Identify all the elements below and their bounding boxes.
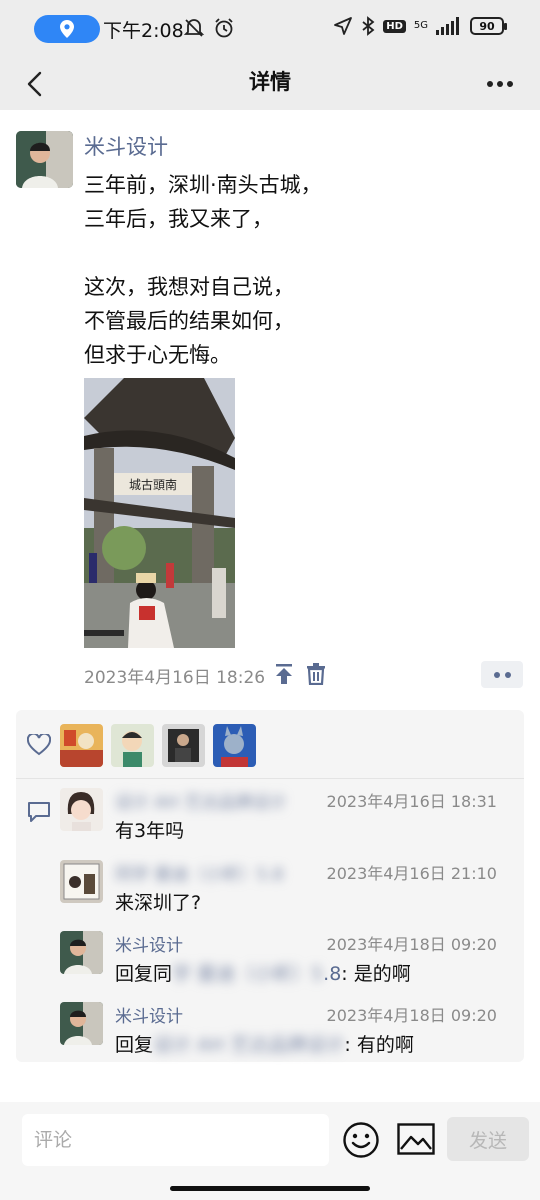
page-title: 详情 <box>249 70 291 94</box>
emoji-button[interactable] <box>342 1121 380 1163</box>
status-bar: 下午2:08 HD 5G 90 <box>0 0 540 58</box>
like-avatar[interactable] <box>111 724 154 767</box>
commenter-avatar[interactable] <box>60 788 103 831</box>
reply-target-suffix: .8 <box>323 963 342 985</box>
mute-icon <box>183 19 205 37</box>
post-line: 三年前，深圳·南头古城， <box>84 173 322 197</box>
location-pin-icon <box>60 20 74 38</box>
person-photo-icon <box>16 131 73 188</box>
comment-text: 回复设计 AH 艺达品牌设计: 有的啊 <box>115 1030 414 1057</box>
delete-post-button[interactable] <box>306 663 326 689</box>
battery-level: 90 <box>470 17 507 35</box>
comment-time: 2023年4月18日 09:20 <box>326 1006 497 1025</box>
post-more-button[interactable] <box>481 661 523 688</box>
author-avatar[interactable] <box>16 131 73 188</box>
comment-text: 回复同学 曼迪（小昕）5.8: 是的啊 <box>115 959 411 986</box>
reply-target[interactable]: 设计 AH 艺达品牌设计 <box>153 1034 344 1056</box>
reply-text: : 是的啊 <box>341 963 411 985</box>
smiley-icon <box>343 1122 379 1158</box>
commenter-name[interactable]: 米斗设计 <box>115 1002 183 1027</box>
reply-text: : 有的啊 <box>344 1034 414 1056</box>
trash-icon <box>307 663 325 686</box>
pin-to-top-button[interactable] <box>274 663 294 689</box>
reply-prefix: 回复 <box>115 1034 154 1056</box>
home-indicator[interactable] <box>170 1186 370 1191</box>
send-button[interactable]: 发送 <box>447 1117 529 1161</box>
image-icon <box>397 1123 435 1155</box>
reply-target[interactable]: 学 曼迪（小昕）5 <box>172 963 323 985</box>
comment-text: 来深圳了? <box>115 892 202 914</box>
post-line: 但求于心无悔。 <box>84 343 231 367</box>
alarm-icon <box>215 18 233 38</box>
comment-time: 2023年4月16日 21:10 <box>326 864 497 883</box>
image-button[interactable] <box>397 1123 435 1159</box>
comment-icon <box>27 801 51 827</box>
post-line: 三年后，我又来了， <box>84 207 273 231</box>
commenter-avatar[interactable] <box>60 860 103 903</box>
commenter-name[interactable]: 设计 AH 艺达品牌设计 <box>115 788 286 813</box>
pin-top-icon <box>276 664 292 684</box>
post-line <box>84 236 322 270</box>
comment-input[interactable] <box>22 1114 329 1166</box>
post-timestamp: 2023年4月16日 18:26 <box>84 668 266 688</box>
dot <box>504 671 511 678</box>
city-gate-photo: 城古頭南 <box>84 378 235 648</box>
more-dots-icon <box>487 81 513 87</box>
more-options-button[interactable] <box>480 66 520 102</box>
commenter-name[interactable]: 米斗设计 <box>115 931 183 956</box>
commenter-avatar[interactable] <box>60 931 103 974</box>
post-line: 这次，我想对自己说， <box>84 275 294 299</box>
comment-text: 有3年吗 <box>115 820 185 842</box>
heart-icon <box>26 732 52 760</box>
bluetooth-icon <box>362 16 375 36</box>
likes-row <box>16 710 524 778</box>
like-avatar[interactable] <box>162 724 205 767</box>
post-photo[interactable]: 城古頭南 <box>84 378 235 648</box>
commenter-avatar[interactable] <box>60 1002 103 1045</box>
author-name[interactable]: 米斗设计 <box>84 131 168 161</box>
reply-prefix: 回复同 <box>115 963 173 985</box>
post-line: 不管最后的结果如何， <box>84 309 294 333</box>
comment-time: 2023年4月18日 09:20 <box>326 935 497 954</box>
hd-badge: HD <box>383 19 406 33</box>
like-avatar[interactable] <box>213 724 256 767</box>
interaction-panel: 设计 AH 艺达品牌设计 2023年4月16日 18:31 有3年吗 同学 曼迪… <box>16 710 524 1062</box>
comment-time: 2023年4月16日 18:31 <box>326 792 497 811</box>
location-pill[interactable] <box>34 15 100 43</box>
network-type: 5G <box>413 20 428 31</box>
post-text: 三年前，深圳·南头古城， 三年后，我又来了， 这次，我想对自己说， 不管最后的结… <box>84 168 322 372</box>
dot <box>493 671 500 678</box>
divider <box>16 778 524 779</box>
svg-text:城古頭南: 城古頭南 <box>129 477 177 492</box>
nav-bar: 详情 <box>0 58 540 110</box>
commenter-name[interactable]: 同学 曼迪（小昕）5.8 <box>115 860 283 885</box>
status-time: 下午2:08 <box>103 20 184 42</box>
like-avatar[interactable] <box>60 724 103 767</box>
navigation-arrow-icon <box>334 17 353 35</box>
signal-icon <box>436 17 459 35</box>
